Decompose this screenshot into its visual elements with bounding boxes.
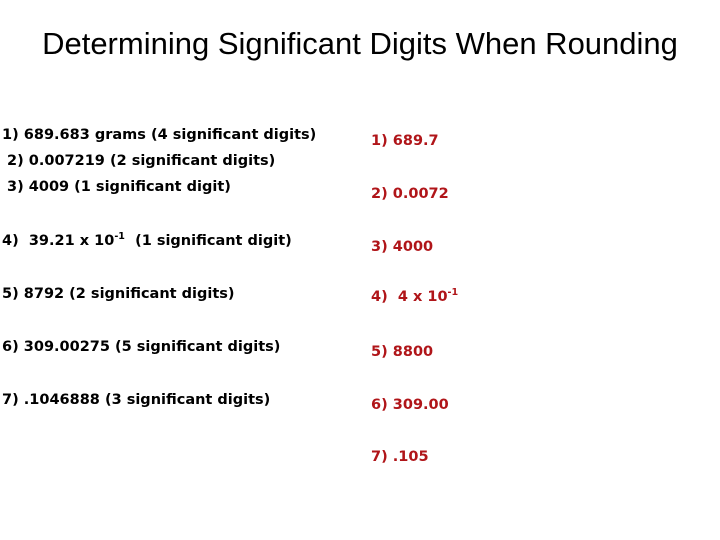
answer-item-4-base: 4 x 10 [397, 289, 448, 305]
problem-item-1-text: 1) 689.683 grams (4 significant digits) [2, 127, 317, 143]
problem-item-7: 7) .1046888 (3 significant digits) [2, 393, 270, 408]
answer-item-2-text: 2) 0.0072 [371, 186, 449, 202]
problem-item-4: 4) 39.21 x 10-1 (1 significant digit) [2, 231, 292, 249]
problem-item-4-exponent: -1 [114, 231, 125, 243]
answer-item-7-text: 7) .105 [371, 449, 429, 465]
answer-item-4: 4) 4 x 10-1 [371, 287, 459, 305]
problem-item-4-marker: 4) [2, 233, 19, 249]
answer-item-2: 2) 0.0072 [371, 187, 449, 202]
answer-item-4-marker: 4) [371, 289, 388, 305]
problem-item-2-text: 2) 0.007219 (2 significant digits) [7, 153, 276, 169]
answer-item-3-text: 3) 4000 [371, 239, 434, 255]
answer-item-3: 3) 4000 [371, 240, 433, 255]
problem-item-6: 6) 309.00275 (5 significant digits) [2, 340, 280, 355]
problem-item-4-base: 39.21 x 10 [28, 233, 115, 249]
problem-item-5: 5) 8792 (2 significant digits) [2, 287, 235, 302]
problem-item-7-text: 7) .1046888 (3 significant digits) [2, 392, 271, 408]
problem-item-4-instruction: (1 significant digit) [135, 233, 292, 249]
problem-item-1: 1) 689.683 grams (4 significant digits) [2, 128, 316, 143]
answer-item-5: 5) 8800 [371, 345, 433, 360]
slide-canvas: Determining Significant Digits When Roun… [0, 0, 720, 540]
answer-item-6-text: 6) 309.00 [371, 397, 449, 413]
problem-item-5-text: 5) 8792 (2 significant digits) [2, 286, 235, 302]
problem-item-2: 2) 0.007219 (2 significant digits) [7, 154, 275, 169]
problem-item-6-text: 6) 309.00275 (5 significant digits) [2, 339, 281, 355]
problem-item-3: 3) 4009 (1 significant digit) [7, 180, 231, 195]
problem-item-3-text: 3) 4009 (1 significant digit) [7, 179, 231, 195]
answer-item-6: 6) 309.00 [371, 398, 449, 413]
answer-item-7: 7) .105 [371, 450, 429, 465]
answer-item-5-text: 5) 8800 [371, 344, 434, 360]
answer-item-1-text: 1) 689.7 [371, 133, 439, 149]
answer-item-1: 1) 689.7 [371, 134, 439, 149]
page-title: Determining Significant Digits When Roun… [42, 26, 678, 61]
answer-item-4-exponent: -1 [447, 287, 459, 299]
